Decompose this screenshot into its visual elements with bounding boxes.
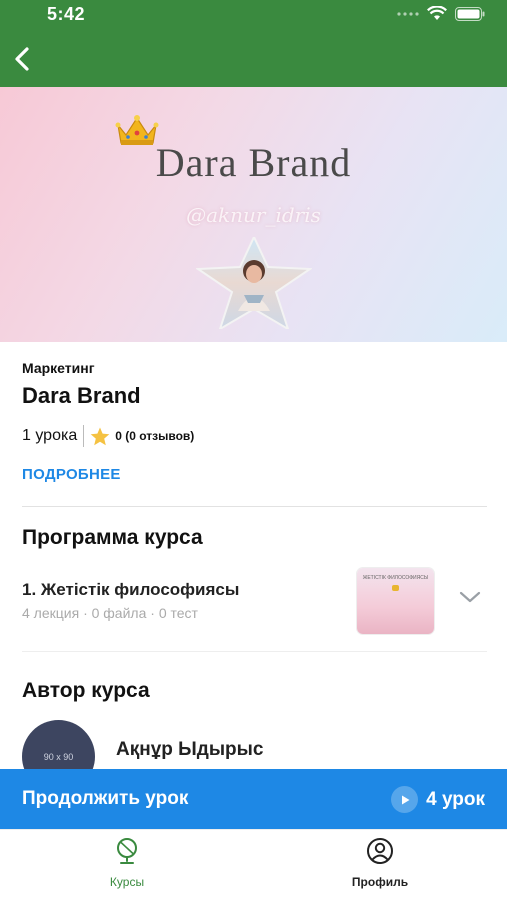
author-star-photo <box>196 237 312 329</box>
thumbnail-crown-icon <box>392 585 399 591</box>
lesson-meta: 4 лекция · 0 файла · 0 тест <box>22 605 198 621</box>
signal-icon <box>397 11 419 16</box>
meta-divider <box>83 425 85 447</box>
lesson-row[interactable]: 1. Жетістік философиясы 4 лекция · 0 фай… <box>0 560 507 638</box>
divider <box>22 506 487 507</box>
lesson-title: 1. Жетістік философиясы <box>22 580 240 599</box>
tab-bar: Курсы Профиль <box>0 829 507 900</box>
thumbnail-caption: ЖЕТІСТІК ФИЛОСОФИЯСЫ <box>362 575 429 581</box>
lessons-count: 1 урока <box>22 427 78 444</box>
wifi-icon <box>427 6 447 20</box>
tab-courses[interactable]: Курсы <box>67 836 187 889</box>
chevron-down-icon[interactable] <box>459 590 481 604</box>
globe-icon <box>117 838 137 864</box>
status-bar: 5:42 <box>0 0 507 30</box>
status-icons <box>397 6 485 21</box>
banner-handle: @aknur_idris <box>186 203 321 227</box>
course-info: Маркетинг Dara Brand 1 урока 0 (0 отзыво… <box>22 350 492 447</box>
tab-courses-label: Курсы <box>109 875 145 889</box>
chevron-left-icon <box>15 47 29 71</box>
more-details-link[interactable]: ПОДРОБНЕЕ <box>22 466 121 483</box>
star-icon <box>90 427 110 445</box>
back-button[interactable] <box>8 42 38 76</box>
divider <box>22 651 487 652</box>
rating-text: 0 (0 отзывов) <box>115 429 195 443</box>
course-category: Маркетинг <box>22 360 95 376</box>
author-name[interactable]: Ақнұр Ыдырыс <box>116 739 263 761</box>
tab-profile[interactable]: Профиль <box>320 836 440 889</box>
status-time: 5:42 <box>47 4 86 24</box>
app-header <box>0 30 507 87</box>
profile-icon <box>367 838 393 864</box>
banner-title: Dara Brand <box>155 140 352 185</box>
course-title: Dara Brand <box>22 383 141 408</box>
continue-label: Продолжить урок <box>22 788 189 809</box>
continue-lesson-button[interactable]: Продолжить урок 4 урок <box>0 769 507 829</box>
continue-lesson-info: 4 урок <box>391 786 485 813</box>
course-meta: 1 урока 0 (0 отзывов) <box>22 425 492 447</box>
author-section-title: Автор курса <box>22 679 150 702</box>
continue-lesson-number: 4 урок <box>426 788 485 810</box>
play-icon <box>391 786 419 813</box>
crown-icon <box>115 115 159 145</box>
avatar-placeholder-text: 90 x 90 <box>43 751 74 762</box>
course-banner: Dara Brand @aknur_idris <box>0 87 507 342</box>
program-title: Программа курса <box>22 526 203 549</box>
battery-icon <box>455 6 485 21</box>
tab-profile-label: Профиль <box>351 875 409 889</box>
lesson-thumbnail: ЖЕТІСТІК ФИЛОСОФИЯСЫ <box>357 568 434 634</box>
